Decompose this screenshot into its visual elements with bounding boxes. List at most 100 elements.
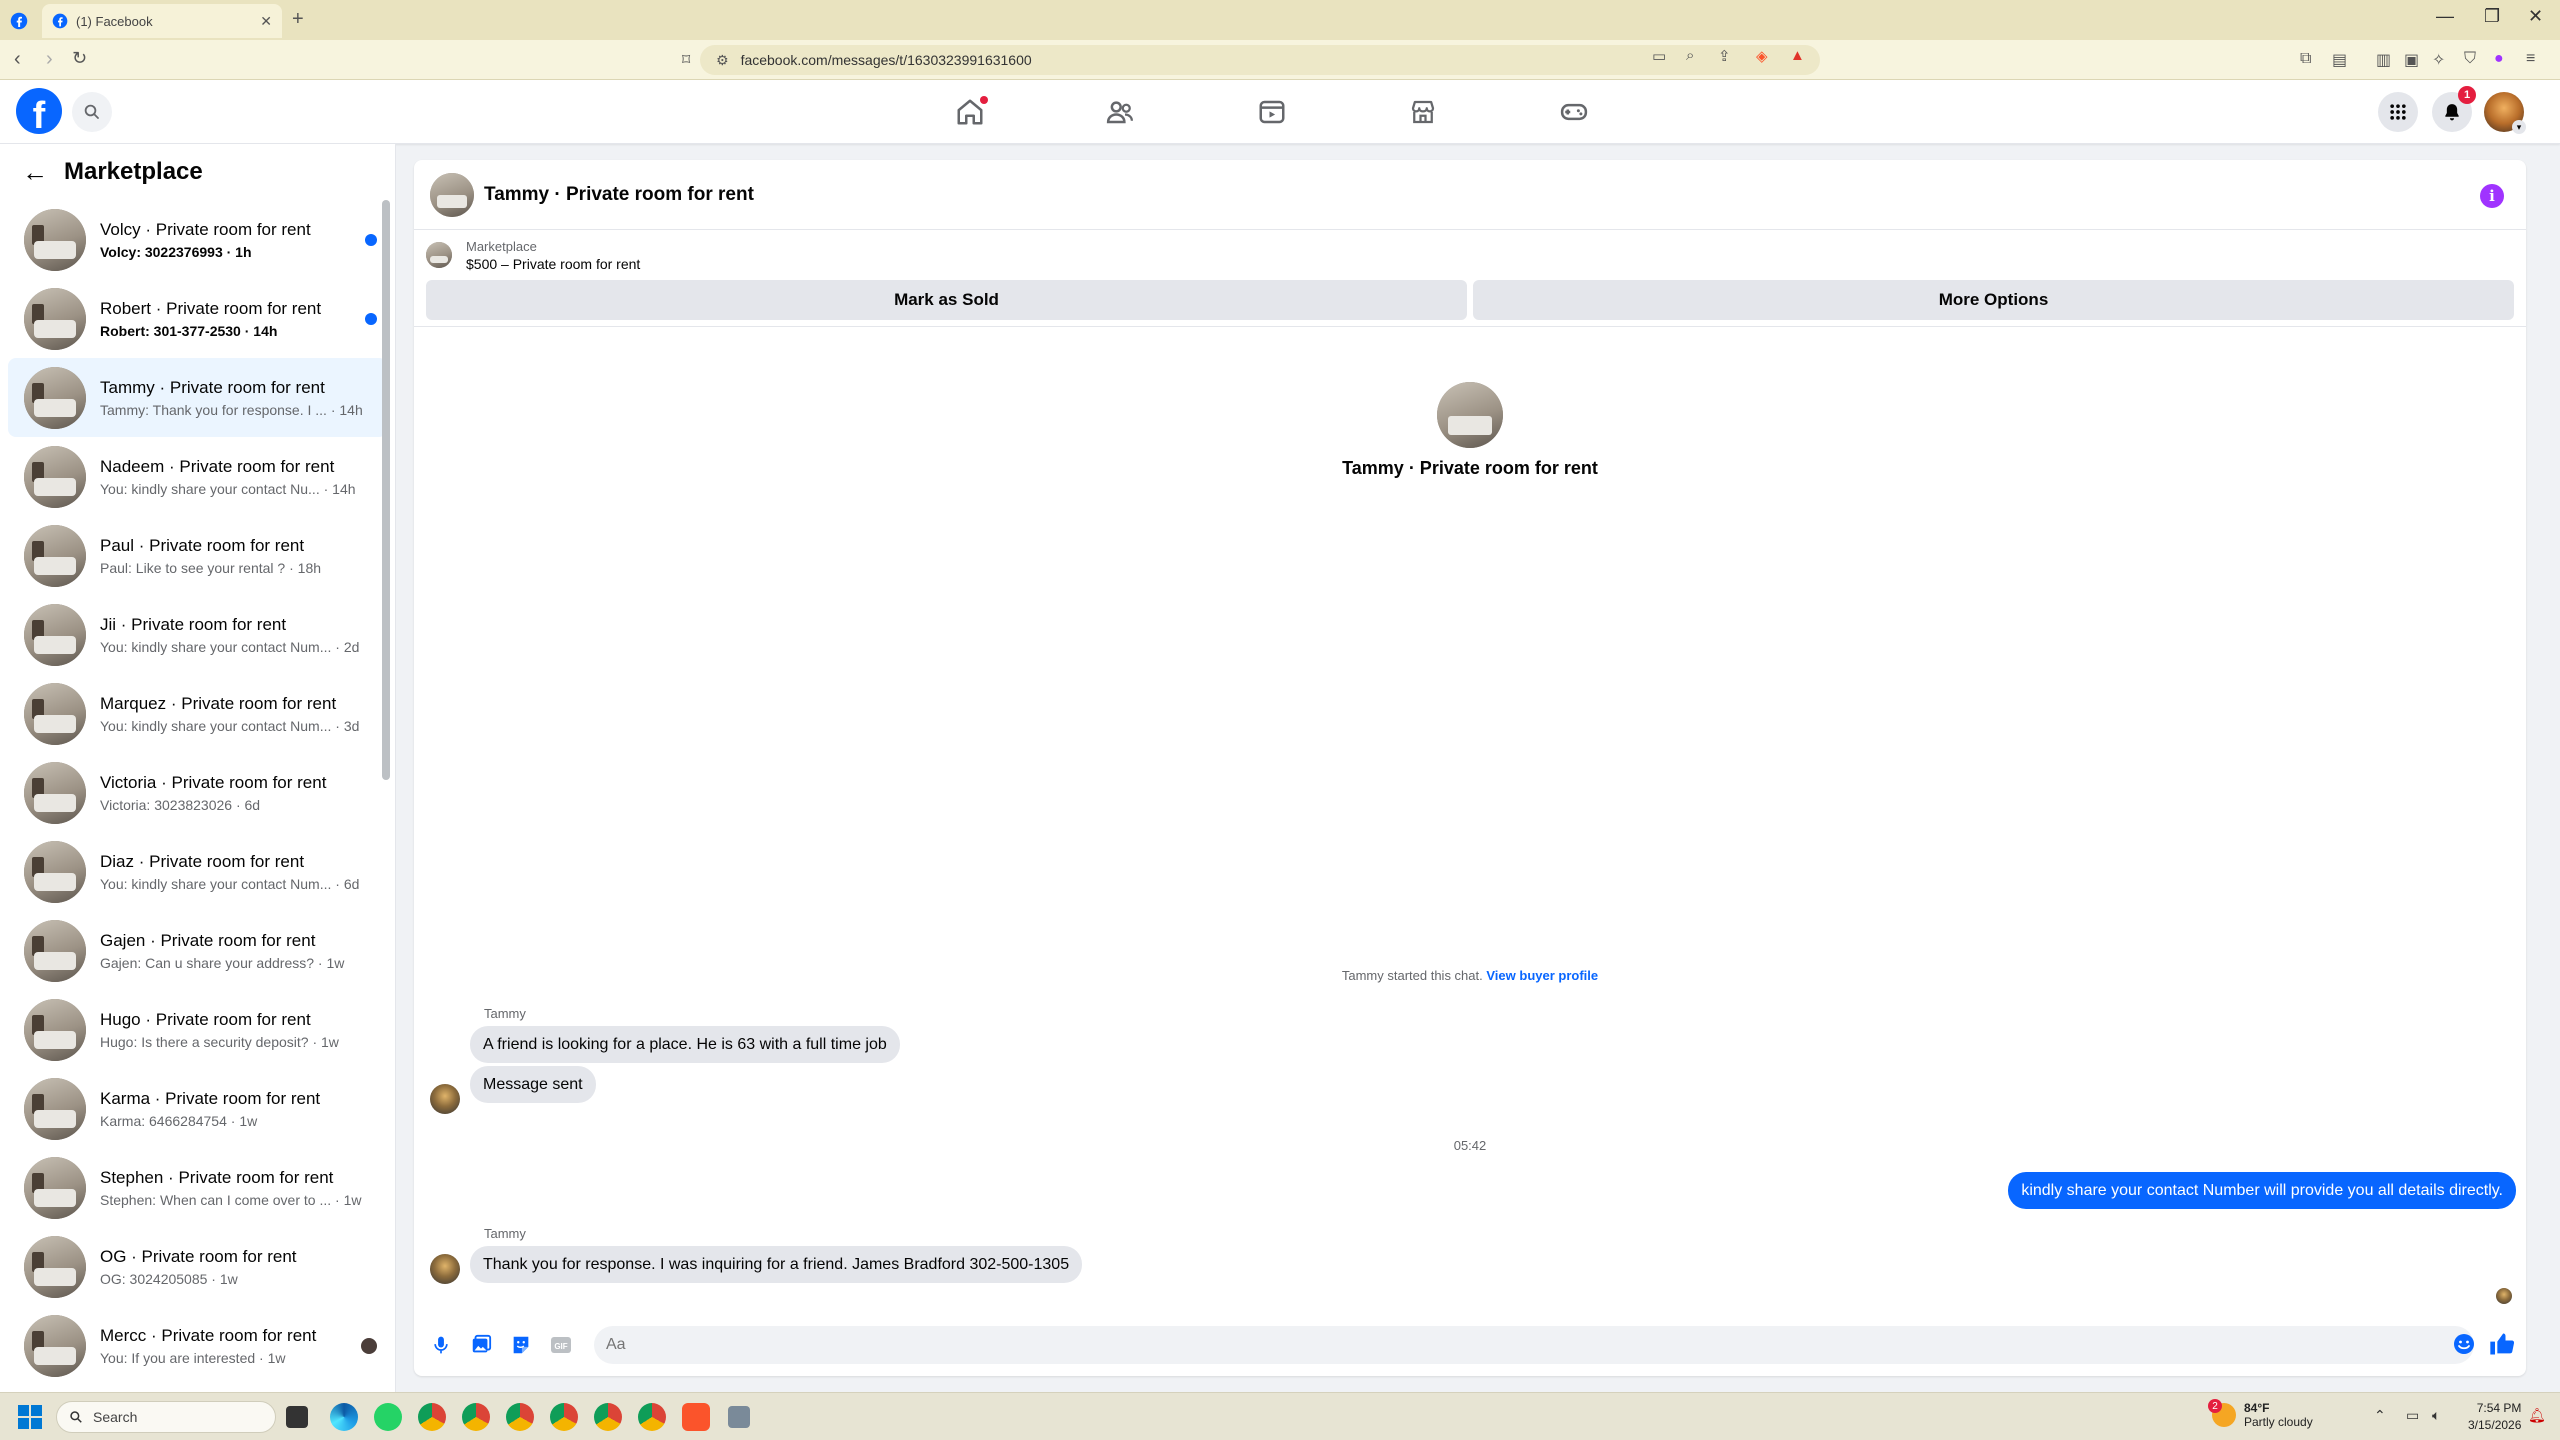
vpn-icon[interactable]: ⛉: [2464, 50, 2476, 68]
facebook-logo-icon[interactable]: f: [16, 88, 62, 134]
nav-marketplace[interactable]: [1363, 90, 1483, 134]
menu-button[interactable]: [2378, 92, 2418, 132]
conversation-item[interactable]: Volcy · Private room for rent Volcy: 3022…: [8, 200, 387, 279]
conversation-item[interactable]: Hugo · Private room for rent Hugo: Is the…: [8, 990, 387, 1069]
gif-button[interactable]: GIF: [548, 1332, 574, 1358]
volume-icon[interactable]: 🔈︎: [2432, 1407, 2440, 1424]
nav-friends[interactable]: [1060, 90, 1180, 134]
chrome-icon[interactable]: [462, 1403, 490, 1431]
emoji-button[interactable]: [2452, 1332, 2476, 1361]
menu-icon[interactable]: ≡: [2526, 50, 2535, 68]
conversation-item[interactable]: Mercc · Private room for rent You: If you…: [8, 1306, 387, 1385]
share-icon[interactable]: ⇪: [1718, 47, 1731, 65]
brave-shields-icon[interactable]: ◈: [1756, 47, 1768, 65]
restore-window-icon[interactable]: ❐: [2484, 6, 2500, 27]
tab-facebook[interactable]: (1) Facebook ✕: [42, 4, 282, 38]
message-input[interactable]: [594, 1326, 2474, 1364]
minimize-window-icon[interactable]: —: [2436, 6, 2454, 27]
view-buyer-profile-link[interactable]: View buyer profile: [1486, 968, 1598, 983]
brave-rewards-icon[interactable]: ▲: [1790, 47, 1805, 64]
conversation-item[interactable]: OG · Private room for rent OG: 3024205085…: [8, 1227, 387, 1306]
scrollbar-thumb[interactable]: [382, 200, 390, 780]
conversation-item[interactable]: Tammy · Private room for rent Tammy: Than…: [8, 358, 387, 437]
message-bubble-outgoing[interactable]: kindly share your contact Number will pr…: [2008, 1172, 2516, 1210]
sidebar-toggle-icon[interactable]: ▥: [2376, 50, 2391, 70]
cast-icon[interactable]: ▭: [1652, 47, 1666, 65]
notification-bell-icon[interactable]: 🔔︎: [2528, 1407, 2546, 1424]
close-window-icon[interactable]: ✕: [2528, 6, 2543, 27]
sender-avatar[interactable]: [430, 1084, 460, 1114]
brave-icon[interactable]: [682, 1403, 710, 1431]
system-clock[interactable]: 7:54 PM 3/15/2026: [2468, 1400, 2521, 1434]
show-hidden-icons-icon[interactable]: ⌃: [2374, 1407, 2386, 1424]
taskbar-search[interactable]: Search: [56, 1401, 276, 1433]
weather-widget[interactable]: 2 84°F Partly cloudy: [2208, 1399, 2313, 1429]
sender-avatar[interactable]: [430, 1254, 460, 1284]
conversation-item[interactable]: Gajen · Private room for rent Gajen: Can …: [8, 911, 387, 990]
wallet-icon[interactable]: ▣: [2404, 50, 2419, 70]
snipping-tool-icon[interactable]: [728, 1406, 750, 1428]
send-like-button[interactable]: [2488, 1330, 2516, 1363]
chrome-icon[interactable]: [418, 1403, 446, 1431]
forward-icon[interactable]: ›: [46, 48, 53, 71]
zoom-icon[interactable]: ⌕: [1686, 47, 1694, 64]
search-button[interactable]: [72, 92, 112, 132]
pinned-tab-facebook[interactable]: [4, 4, 34, 38]
close-tab-icon[interactable]: ✕: [260, 13, 272, 30]
chrome-icon[interactable]: [550, 1403, 578, 1431]
edge-icon[interactable]: [330, 1403, 358, 1431]
sticker-button[interactable]: [508, 1332, 534, 1358]
leo-ai-icon[interactable]: ✧: [2432, 50, 2445, 70]
conversation-item[interactable]: Robert · Private room for rent Robert: 30…: [8, 279, 387, 358]
intro-name: Tammy · Private room for rent: [1342, 458, 1598, 478]
sidebar-scrollbar[interactable]: [382, 200, 390, 1390]
chrome-icon[interactable]: [506, 1403, 534, 1431]
conversation-item[interactable]: Nadeem · Private room for rent You: kindl…: [8, 437, 387, 516]
conversation-avatar: [24, 682, 86, 745]
info-icon[interactable]: i: [2480, 184, 2504, 208]
whatsapp-icon[interactable]: [374, 1403, 402, 1431]
more-options-button[interactable]: More Options: [1473, 280, 2514, 320]
message-bubble[interactable]: Thank you for response. I was inquiring …: [470, 1246, 1083, 1284]
conversation-name: Gajen · Private room for rent: [100, 930, 316, 950]
listing-thumbnail: [426, 242, 452, 268]
nav-video[interactable]: [1212, 90, 1332, 134]
voice-clip-button[interactable]: [428, 1332, 454, 1358]
reload-icon[interactable]: ↻: [72, 48, 87, 69]
conversation-item[interactable]: Diaz · Private room for rent You: kindly …: [8, 832, 387, 911]
nav-gaming[interactable]: [1514, 90, 1634, 134]
nav-home[interactable]: [910, 90, 1030, 134]
message-bubble[interactable]: Message sent: [470, 1066, 596, 1104]
back-arrow-icon[interactable]: ←: [22, 157, 48, 188]
back-icon[interactable]: ‹: [14, 48, 21, 71]
chat-title[interactable]: Tammy · Private room for rent: [484, 184, 754, 206]
attach-photo-button[interactable]: [468, 1332, 494, 1358]
listing-info[interactable]: Marketplace $500 – Private room for rent: [414, 230, 2526, 280]
conversation-item[interactable]: Stephen · Private room for rent Stephen: …: [8, 1148, 387, 1227]
conversation-item[interactable]: Victoria · Private room for rent Victoria…: [8, 753, 387, 832]
chrome-icon[interactable]: [594, 1403, 622, 1431]
task-view-icon[interactable]: [286, 1406, 308, 1428]
extensions-icon[interactable]: ⧉: [2300, 50, 2311, 68]
site-settings-icon[interactable]: ⚙: [716, 52, 729, 69]
conversation-item[interactable]: Marquez · Private room for rent You: kind…: [8, 674, 387, 753]
conversation-item[interactable]: Paul · Private room for rent Paul: Like t…: [8, 516, 387, 595]
profile-icon[interactable]: ●: [2494, 50, 2504, 68]
mark-as-sold-button[interactable]: Mark as Sold: [426, 280, 1467, 320]
tab-search-icon[interactable]: ▤: [2332, 50, 2347, 70]
conversation-item[interactable]: Karma · Private room for rent Karma: 6466…: [8, 1069, 387, 1148]
chat-intro: Tammy · Private room for rent: [414, 382, 2526, 479]
account-avatar[interactable]: ▾: [2484, 92, 2526, 134]
intro-avatar[interactable]: [1437, 382, 1503, 448]
bookmark-icon[interactable]: ⌑: [682, 50, 690, 70]
chat-avatar[interactable]: [430, 172, 474, 217]
chrome-icon[interactable]: [638, 1403, 666, 1431]
conversation-item[interactable]: Jii · Private room for rent You: kindly s…: [8, 595, 387, 674]
new-tab-button[interactable]: +: [292, 8, 304, 31]
sticker-icon: [513, 1336, 529, 1354]
windows-start-icon[interactable]: [18, 1405, 42, 1429]
sender-name: Tammy: [484, 1006, 526, 1021]
network-icon[interactable]: ▭: [2406, 1407, 2419, 1424]
message-bubble[interactable]: A friend is looking for a place. He is 6…: [470, 1026, 900, 1064]
notifications-button[interactable]: 1: [2432, 86, 2476, 132]
